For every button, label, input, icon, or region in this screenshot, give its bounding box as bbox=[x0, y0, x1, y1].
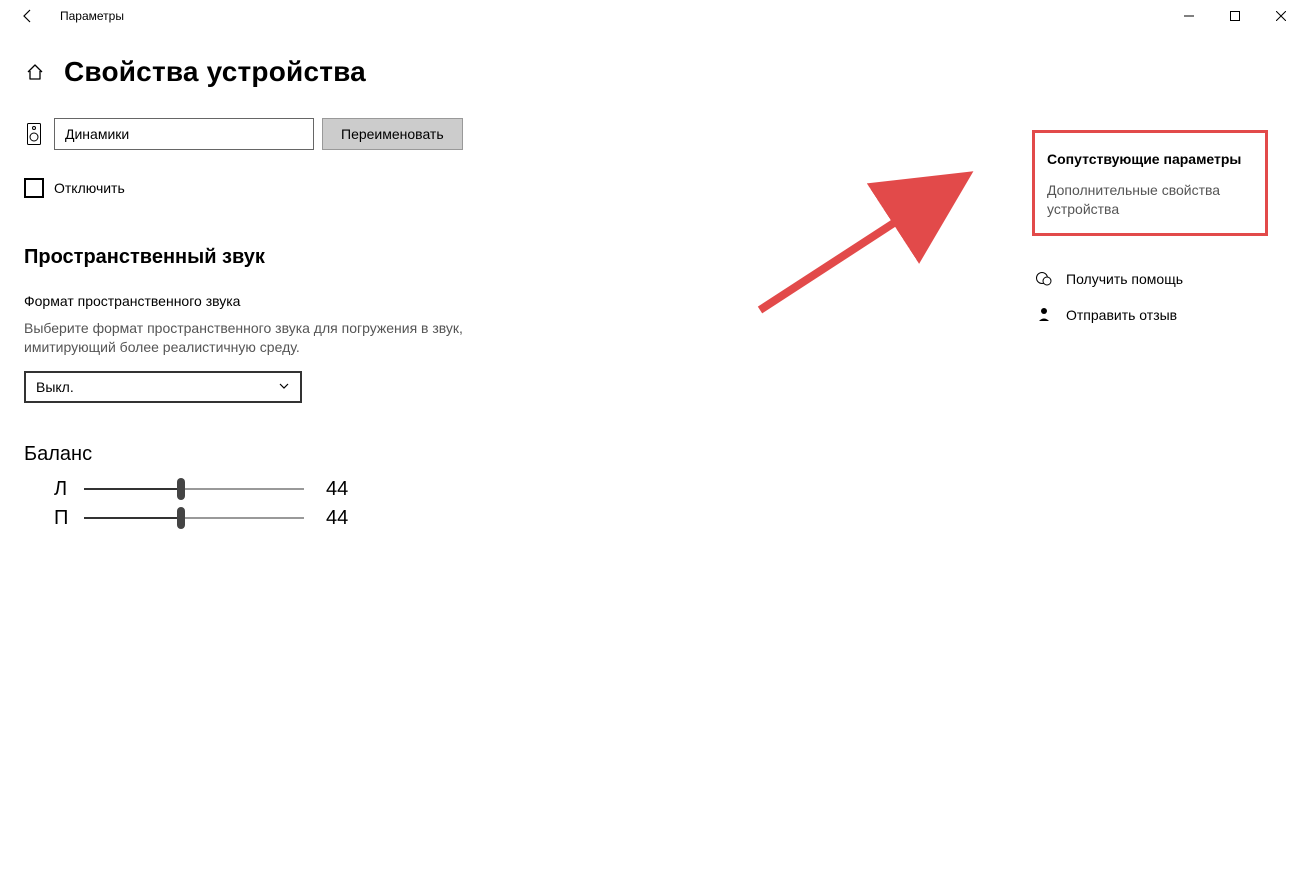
balance-left-value: 44 bbox=[326, 478, 348, 501]
minimize-button[interactable] bbox=[1166, 0, 1212, 32]
titlebar: Параметры bbox=[0, 0, 1304, 32]
get-help-link[interactable]: Получить помощь bbox=[1032, 270, 1268, 288]
page-title: Свойства устройства bbox=[64, 56, 366, 88]
chevron-down-icon bbox=[278, 379, 290, 395]
additional-device-properties-link[interactable]: Дополнительные свойства устройства bbox=[1047, 181, 1253, 219]
disable-label: Отключить bbox=[54, 180, 125, 196]
send-feedback-label: Отправить отзыв bbox=[1066, 307, 1177, 323]
balance-left-slider[interactable] bbox=[84, 486, 304, 492]
spatial-format-dropdown[interactable]: Выкл. bbox=[24, 371, 302, 403]
spatial-description: Выберите формат пространственного звука … bbox=[24, 319, 484, 357]
get-help-label: Получить помощь bbox=[1066, 271, 1183, 287]
feedback-icon bbox=[1032, 306, 1056, 324]
back-button[interactable] bbox=[12, 0, 44, 32]
balance-right-label: П bbox=[54, 507, 78, 530]
spatial-format-label: Формат пространственного звука bbox=[24, 293, 744, 309]
spatial-sound-title: Пространственный звук bbox=[24, 246, 744, 269]
balance-right-value: 44 bbox=[326, 507, 348, 530]
help-icon bbox=[1032, 270, 1056, 288]
related-settings-box: Сопутствующие параметры Дополнительные с… bbox=[1032, 130, 1268, 236]
close-button[interactable] bbox=[1258, 0, 1304, 32]
balance-right-slider[interactable] bbox=[84, 515, 304, 521]
send-feedback-link[interactable]: Отправить отзыв bbox=[1032, 306, 1268, 324]
balance-title: Баланс bbox=[24, 443, 744, 466]
window-controls bbox=[1166, 0, 1304, 32]
related-sidebar: Сопутствующие параметры Дополнительные с… bbox=[1032, 130, 1268, 324]
speaker-icon bbox=[24, 122, 44, 146]
app-title: Параметры bbox=[60, 9, 124, 23]
maximize-button[interactable] bbox=[1212, 0, 1258, 32]
related-settings-title: Сопутствующие параметры bbox=[1047, 151, 1253, 167]
balance-left-label: Л bbox=[54, 478, 78, 501]
home-icon[interactable] bbox=[24, 61, 46, 83]
rename-button[interactable]: Переименовать bbox=[322, 118, 463, 150]
device-name-input[interactable] bbox=[54, 118, 314, 150]
dropdown-value: Выкл. bbox=[36, 379, 74, 395]
disable-checkbox[interactable] bbox=[24, 178, 44, 198]
